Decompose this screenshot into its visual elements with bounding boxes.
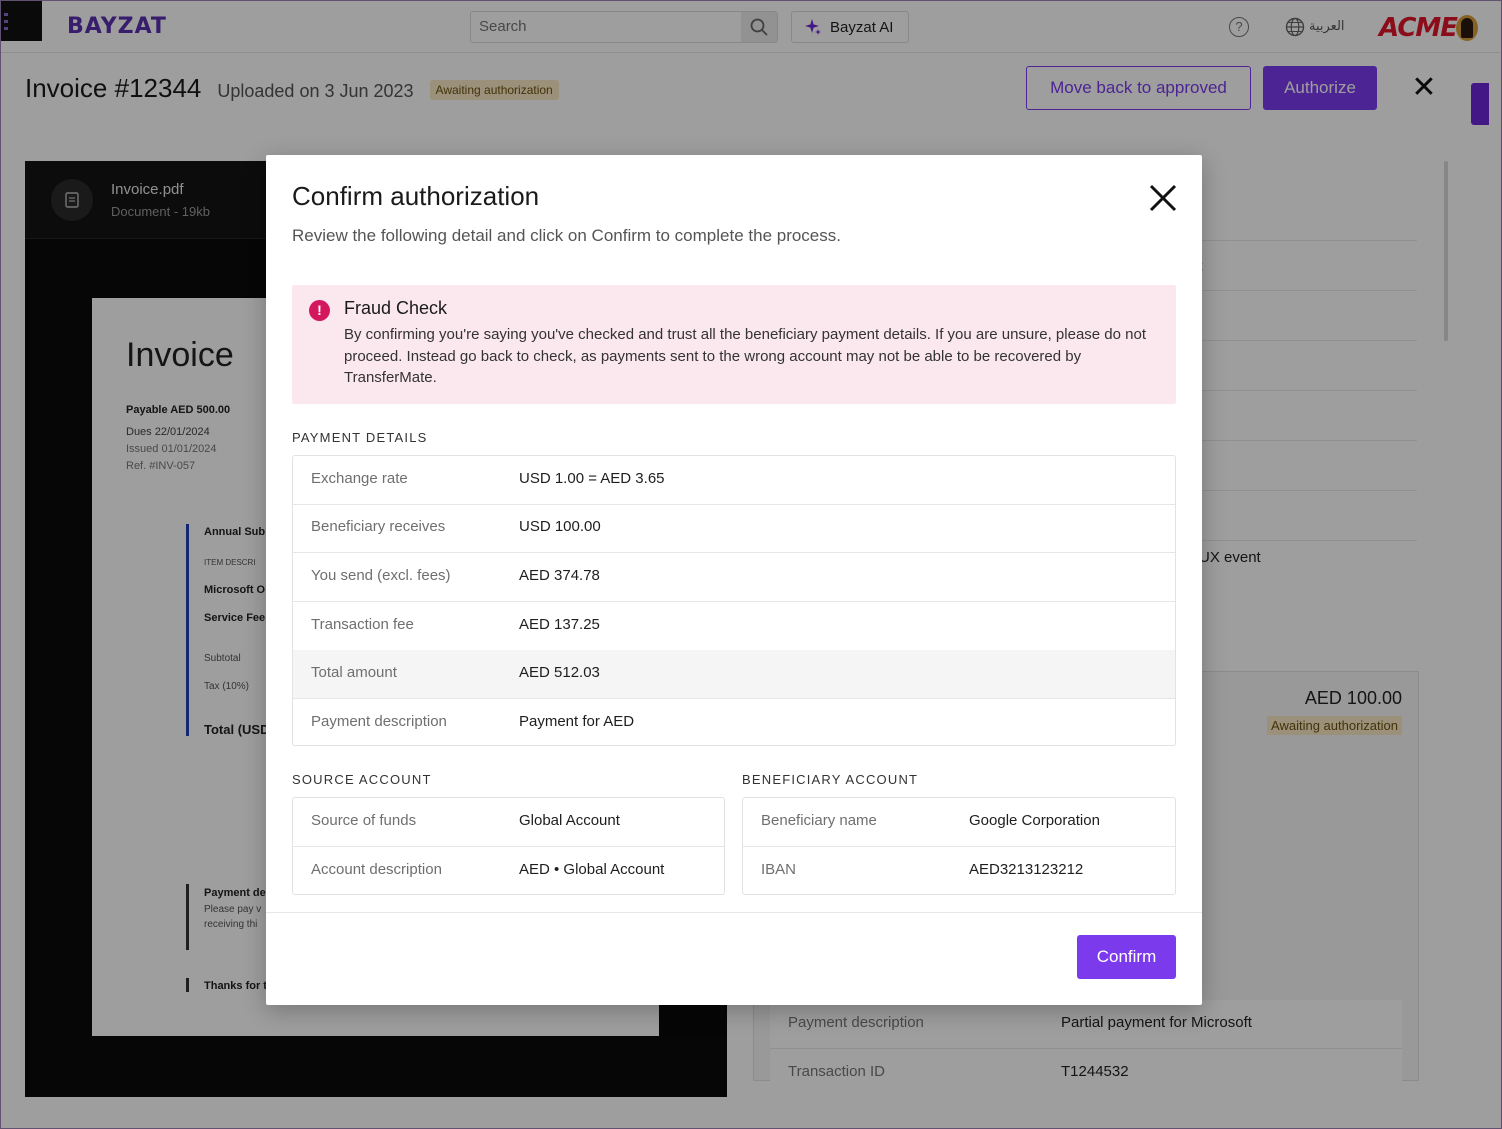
row-label: Account description <box>311 861 442 878</box>
source-account-heading: SOURCE ACCOUNT <box>292 772 432 787</box>
fraud-check-alert: ! Fraud Check By confirming you're sayin… <box>292 285 1176 404</box>
beneficiary-account-heading: BENEFICIARY ACCOUNT <box>742 772 919 787</box>
row-value: AED 137.25 <box>519 616 600 633</box>
row-label: You send (excl. fees) <box>311 567 451 584</box>
row-label: Beneficiary name <box>761 812 877 829</box>
source-account-table: Source of funds Global Account Account d… <box>292 797 725 895</box>
row-value: Global Account <box>519 812 620 829</box>
table-row-total: Total amount AED 512.03 <box>293 650 1175 699</box>
fraud-text: By confirming you're saying you've check… <box>344 326 1147 386</box>
row-label: IBAN <box>761 861 797 878</box>
row-value: USD 1.00 = AED 3.65 <box>519 470 665 487</box>
table-row: Payment description Payment for AED <box>293 699 1175 745</box>
payment-details-table: Exchange rate USD 1.00 = AED 3.65 Benefi… <box>292 455 1176 746</box>
alert-icon: ! <box>309 300 330 321</box>
table-row: Beneficiary name Google Corporation <box>743 798 1175 847</box>
table-row: IBAN AED3213123212 <box>743 847 1175 894</box>
modal-subtitle: Review the following detail and click on… <box>292 226 841 245</box>
row-value: USD 100.00 <box>519 518 601 535</box>
fraud-title: Fraud Check <box>344 298 448 318</box>
payment-details-heading: PAYMENT DETAILS <box>292 430 428 445</box>
close-icon[interactable] <box>1146 181 1180 215</box>
beneficiary-account-table: Beneficiary name Google Corporation IBAN… <box>742 797 1176 895</box>
table-row: Exchange rate USD 1.00 = AED 3.65 <box>293 456 1175 505</box>
row-value: AED3213123212 <box>969 861 1084 878</box>
row-label: Transaction fee <box>311 616 414 633</box>
table-row: Transaction fee AED 137.25 <box>293 602 1175 651</box>
table-row: Source of funds Global Account <box>293 798 724 847</box>
row-label: Source of funds <box>311 812 417 829</box>
modal-footer-divider <box>266 912 1202 913</box>
row-label: Total amount <box>311 664 397 681</box>
table-row: Account description AED • Global Account <box>293 847 724 894</box>
modal-title: Confirm authorization <box>292 181 540 211</box>
row-value: AED 374.78 <box>519 567 600 584</box>
confirm-authorization-modal: Confirm authorization Review the followi… <box>266 155 1202 1005</box>
row-label: Exchange rate <box>311 470 408 487</box>
row-label: Payment description <box>311 713 447 730</box>
row-value: AED • Global Account <box>519 861 665 878</box>
row-value: Payment for AED <box>519 713 635 730</box>
table-row: You send (excl. fees) AED 374.78 <box>293 553 1175 602</box>
confirm-button[interactable]: Confirm <box>1077 935 1176 979</box>
row-label: Beneficiary receives <box>311 518 446 535</box>
table-row: Beneficiary receives USD 100.00 <box>293 504 1175 553</box>
row-value: AED 512.03 <box>519 664 600 681</box>
row-value: Google Corporation <box>969 812 1100 829</box>
